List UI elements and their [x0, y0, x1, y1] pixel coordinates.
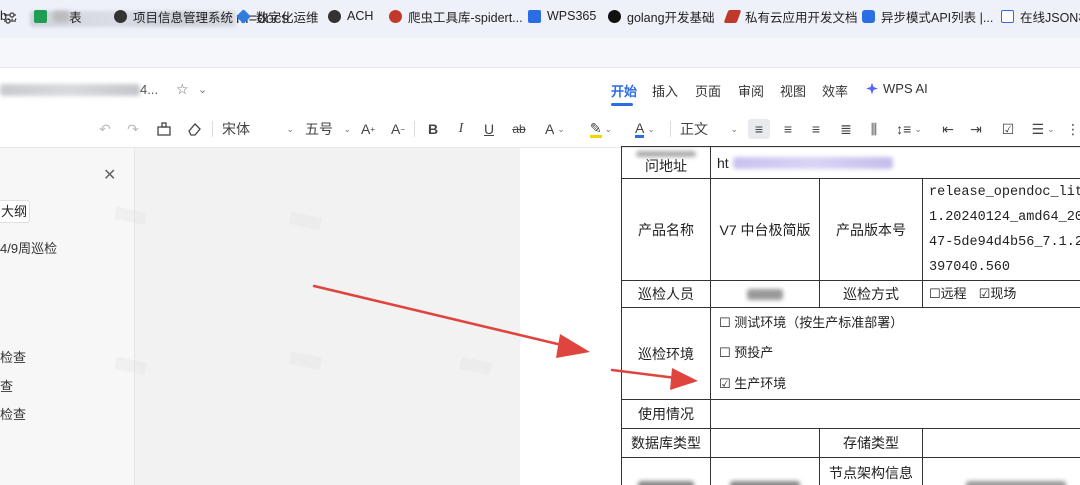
- annotation-arrows: [312, 284, 698, 390]
- arrow-head: [556, 334, 590, 358]
- arrow-line: [610, 368, 678, 380]
- arrow-head: [670, 368, 698, 390]
- arrow-line: [312, 284, 568, 348]
